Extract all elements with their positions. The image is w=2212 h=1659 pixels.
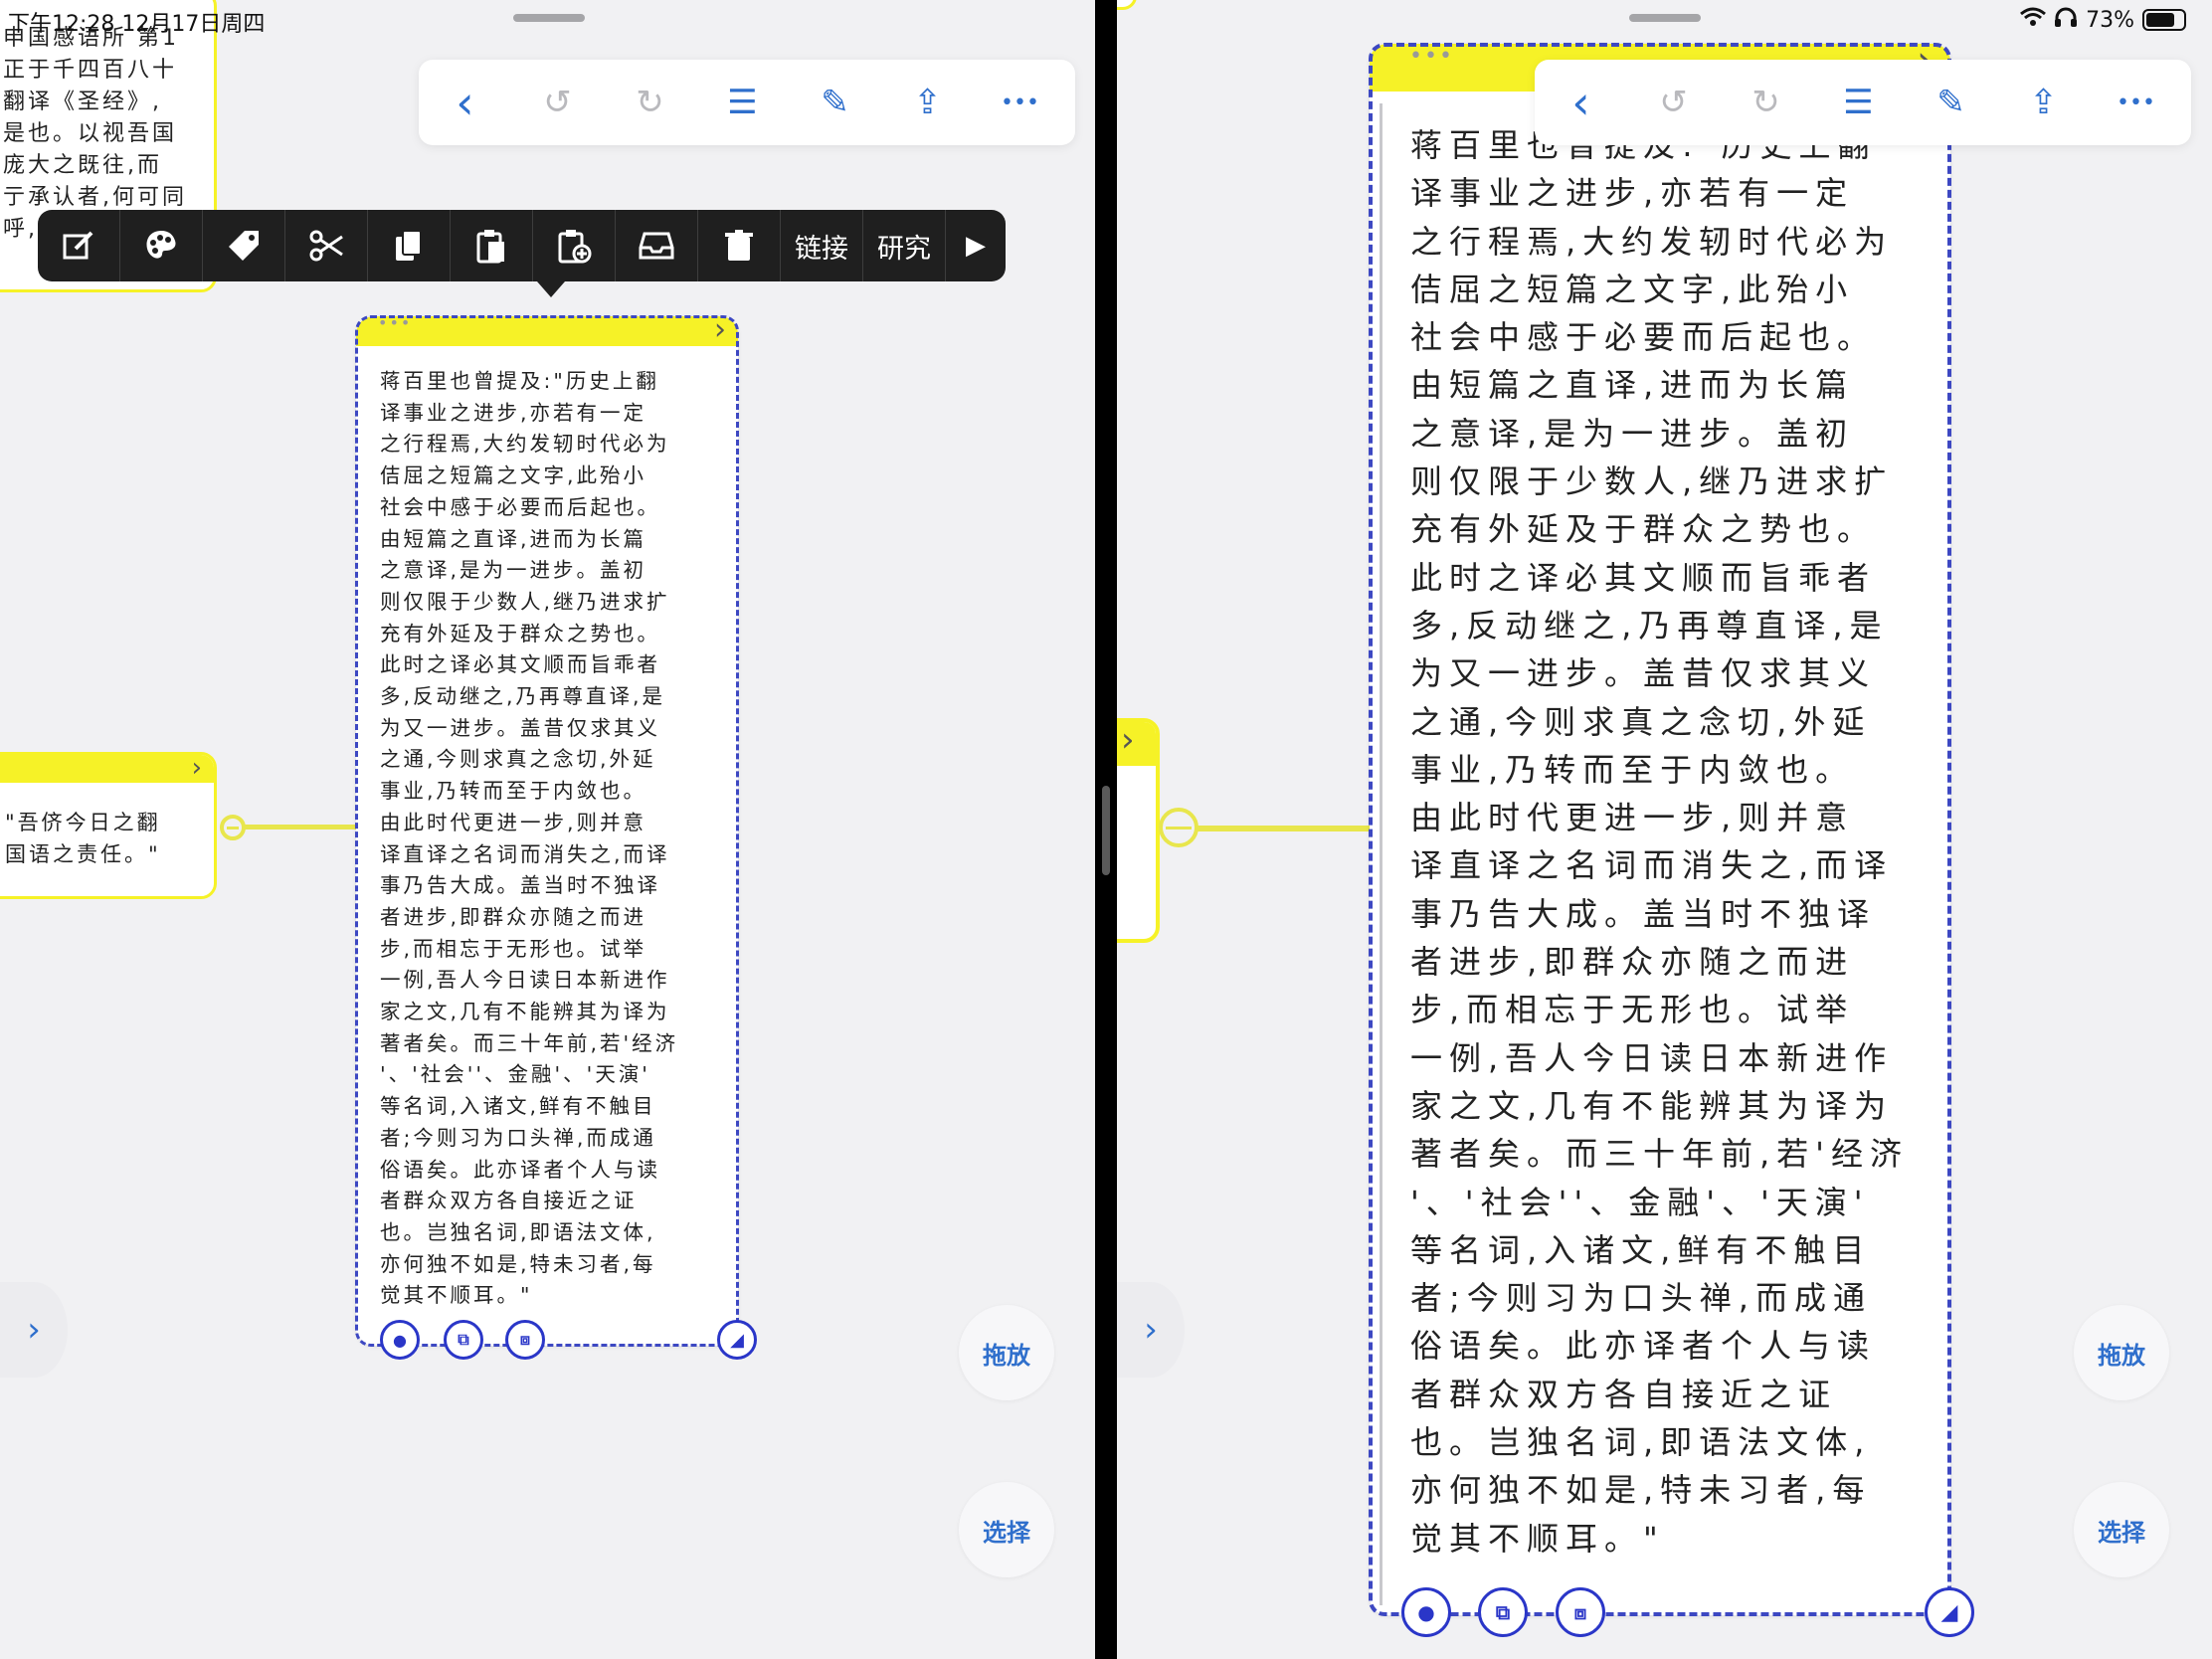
- split-view-handle[interactable]: [1102, 786, 1110, 875]
- copy-icon[interactable]: [368, 210, 451, 281]
- link-node-icon[interactable]: ⧉: [1478, 1587, 1528, 1637]
- drag-drop-button[interactable]: 拖放: [2074, 1305, 2169, 1400]
- chevron-right-icon[interactable]: ›: [1121, 722, 1135, 760]
- status-time: 下午12:28 12月17日周四: [8, 12, 266, 37]
- edit-icon[interactable]: [38, 210, 120, 281]
- quote-card-text: "吾侪今日之翻 国语之责任。": [5, 811, 161, 866]
- more-button[interactable]: •••: [2090, 60, 2182, 145]
- paste-add-icon[interactable]: [533, 210, 616, 281]
- group-node-icon[interactable]: ⧈: [1556, 1587, 1605, 1637]
- back-button[interactable]: ‹: [1535, 60, 1627, 145]
- palette-icon[interactable]: [120, 210, 203, 281]
- undo-button[interactable]: ↺: [511, 60, 604, 145]
- selected-note-card[interactable]: ••• › 蒋百里也曾提及:"历史上翻 译事业之进步,亦若有一定 之行程焉,大约…: [1370, 44, 1950, 1615]
- scissors-icon[interactable]: [285, 210, 368, 281]
- expand-panel-button[interactable]: ›: [1117, 1282, 1185, 1378]
- battery-icon: [2142, 9, 2186, 31]
- chevron-right-icon[interactable]: ›: [192, 755, 202, 783]
- comment-icon[interactable]: ●: [1401, 1587, 1451, 1637]
- main-toolbar: ‹ ↺ ↻ ☰ ✎ ⇪ •••: [1535, 60, 2191, 145]
- outline-list-button[interactable]: ☰: [696, 60, 789, 145]
- context-menu: 链接 研究 ▶: [38, 210, 1006, 281]
- outline-list-button[interactable]: ☰: [1812, 60, 1905, 145]
- status-indicators: 73%: [2020, 6, 2186, 34]
- research-menu-item[interactable]: 研究: [863, 210, 946, 281]
- battery-percent: 73%: [2086, 7, 2134, 33]
- select-button[interactable]: 选择: [2074, 1482, 2169, 1577]
- headphones-icon: [2054, 6, 2078, 34]
- group-node-icon[interactable]: ⧈: [505, 1320, 545, 1360]
- quote-card[interactable]: › "吾侪今日之翻 国语之责任。": [0, 752, 217, 899]
- card-header: [356, 316, 738, 346]
- selected-note-card[interactable]: ••• › 蒋百里也曾提及:"历史上翻 译事业之进步,亦若有一定 之行程焉,大约…: [356, 316, 738, 1346]
- undo-button[interactable]: ↺: [1627, 60, 1720, 145]
- multitask-grabber[interactable]: [513, 14, 585, 22]
- redo-button[interactable]: ↻: [604, 60, 696, 145]
- wifi-icon: [2020, 7, 2047, 33]
- link-menu-item[interactable]: 链接: [781, 210, 863, 281]
- share-button[interactable]: ⇪: [881, 60, 974, 145]
- link-node-icon[interactable]: ⧉: [444, 1320, 483, 1360]
- card-text: 蒋百里也曾提及:"历史上翻 译事业之进步,亦若有一定 之行程焉,大约发轫时代必为…: [1410, 126, 1909, 1558]
- collapse-node-icon[interactable]: [220, 815, 246, 840]
- card-text: 蒋百里也曾提及:"历史上翻 译事业之进步,亦若有一定 之行程焉,大约发轫时代必为…: [380, 369, 679, 1308]
- connector-line: [1172, 826, 1371, 831]
- comment-icon[interactable]: ●: [380, 1320, 420, 1360]
- expand-panel-button[interactable]: ›: [0, 1282, 68, 1378]
- card-drag-handle[interactable]: •••: [378, 316, 412, 332]
- inbox-icon[interactable]: [616, 210, 698, 281]
- connector-line: [231, 825, 360, 830]
- more-button[interactable]: •••: [974, 60, 1066, 145]
- collapse-node-icon[interactable]: [1159, 808, 1198, 847]
- card-left-rule: [1380, 103, 1382, 1605]
- resize-handle-icon[interactable]: ◢: [1925, 1587, 1974, 1637]
- tag-icon[interactable]: [203, 210, 285, 281]
- select-button[interactable]: 选择: [959, 1482, 1054, 1577]
- context-menu-pointer: [537, 281, 565, 297]
- back-button[interactable]: ‹: [419, 60, 511, 145]
- drag-drop-button[interactable]: 拖放: [959, 1305, 1054, 1400]
- right-pane: 73% › ••• › 蒋百里也曾提及:"历史上翻 译事业之进步,亦若有一定 之…: [1117, 0, 2212, 1659]
- edit-button[interactable]: ✎: [1905, 60, 1997, 145]
- redo-button[interactable]: ↻: [1720, 60, 1812, 145]
- quote-card-partial[interactable]: ›: [1117, 718, 1160, 943]
- paste-icon[interactable]: [451, 210, 533, 281]
- edit-button[interactable]: ✎: [789, 60, 881, 145]
- trash-icon[interactable]: [698, 210, 781, 281]
- quote-card-header: [0, 755, 214, 783]
- resize-handle-icon[interactable]: ◢: [717, 1320, 757, 1360]
- card-drag-handle[interactable]: •••: [1409, 44, 1454, 69]
- left-pane: 申国感语所 第1 正于千四百八十 翻译《圣经》, 是也。以视吾国 庞大之既往,而…: [0, 0, 1095, 1659]
- multitask-grabber[interactable]: [1629, 14, 1701, 22]
- chevron-right-icon[interactable]: ›: [714, 316, 726, 347]
- more-menu-arrow-icon[interactable]: ▶: [946, 210, 1006, 281]
- main-toolbar: ‹ ↺ ↻ ☰ ✎ ⇪ •••: [419, 60, 1075, 145]
- partial-card-top[interactable]: [1117, 0, 1137, 10]
- share-button[interactable]: ⇪: [1997, 60, 2090, 145]
